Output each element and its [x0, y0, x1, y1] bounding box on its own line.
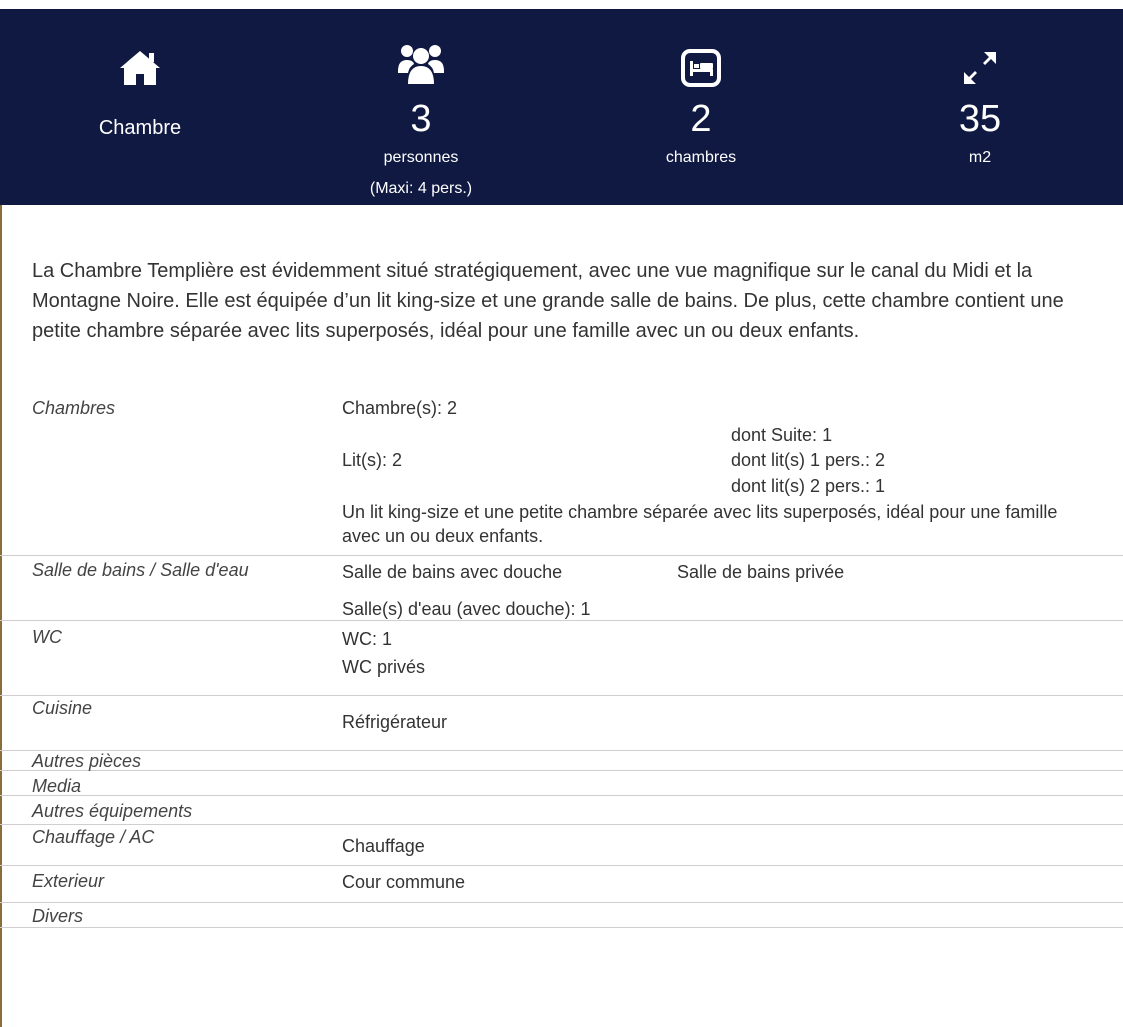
- details-row-wc: WC WC: 1 WC privés: [0, 621, 1123, 696]
- row-label-chauffage: Chauffage / AC: [32, 827, 155, 847]
- persons-max: (Maxi: 4 pers.): [369, 180, 473, 197]
- persons-count: 3: [410, 98, 432, 140]
- row-label-media: Media: [32, 776, 82, 796]
- kitchen-fridge: Réfrigérateur: [342, 712, 448, 732]
- expand-arrows-icon: [961, 49, 999, 92]
- bathroom-shower: Salle de bains avec douche: [342, 562, 563, 582]
- row-label-divers: Divers: [32, 906, 84, 926]
- bedrooms-count: 2: [690, 98, 712, 140]
- bedrooms-label: chambres: [665, 149, 737, 166]
- surface-unit: m2: [968, 149, 992, 166]
- bed-icon: [681, 49, 721, 92]
- details-row-media: Media: [0, 776, 1123, 796]
- row-label-chambres: Chambres: [32, 398, 116, 418]
- details-row-chauffage: Chauffage / AC Chauffage: [0, 825, 1123, 866]
- heating-value: Chauffage: [342, 836, 425, 856]
- home-icon: [118, 49, 162, 92]
- details-row-autres-equipements: Autres équipements: [0, 801, 1123, 825]
- suite-count: dont Suite: 1: [731, 425, 833, 445]
- chambres-count: Chambre(s): 2: [342, 398, 458, 418]
- persons-label: personnes: [383, 149, 459, 166]
- shower-room-count: Salle(s) d'eau (avec douche): 1: [342, 599, 591, 619]
- room-type-label: Chambre: [98, 117, 182, 139]
- exterior-value: Cour commune: [342, 872, 466, 892]
- surface-value: 35: [958, 98, 1002, 140]
- double-beds-count: dont lit(s) 2 pers.: 1: [731, 476, 886, 496]
- details-row-chambres: Chambres Chambre(s): 2 dont Suite: 1 Lit…: [0, 392, 1123, 556]
- beds-count: Lit(s): 2: [342, 450, 403, 470]
- wc-count: WC: 1: [342, 629, 393, 649]
- row-label-autres-pieces: Autres pièces: [32, 751, 142, 771]
- details-row-divers: Divers: [0, 903, 1123, 928]
- details-row-cuisine: Cuisine Réfrigérateur: [0, 696, 1123, 751]
- details-row-salle-de-bains: Salle de bains / Salle d'eau Salle de ba…: [0, 556, 1123, 621]
- wc-private: WC privés: [342, 657, 426, 677]
- details-row-exterieur: Exterieur Cour commune: [0, 866, 1123, 903]
- row-label-salle-de-bains: Salle de bains / Salle d'eau: [32, 560, 249, 580]
- room-description: La Chambre Templière est évidemment situ…: [32, 260, 1064, 342]
- row-label-cuisine: Cuisine: [32, 698, 93, 718]
- users-icon: [396, 41, 446, 90]
- row-label-wc: WC: [32, 627, 62, 647]
- bathroom-private: Salle de bains privée: [677, 562, 845, 582]
- row-label-autres-equipements: Autres équipements: [32, 801, 193, 821]
- summary-bar: Chambre 3 personnes (Maxi: 4 pers.) 2 ch…: [0, 9, 1123, 205]
- details-row-autres-pieces: Autres pièces: [0, 751, 1123, 771]
- single-beds-count: dont lit(s) 1 pers.: 2: [731, 450, 886, 470]
- row-label-exterieur: Exterieur: [32, 871, 105, 891]
- bedding-note: Un lit king-size et une petite chambre s…: [342, 502, 1058, 546]
